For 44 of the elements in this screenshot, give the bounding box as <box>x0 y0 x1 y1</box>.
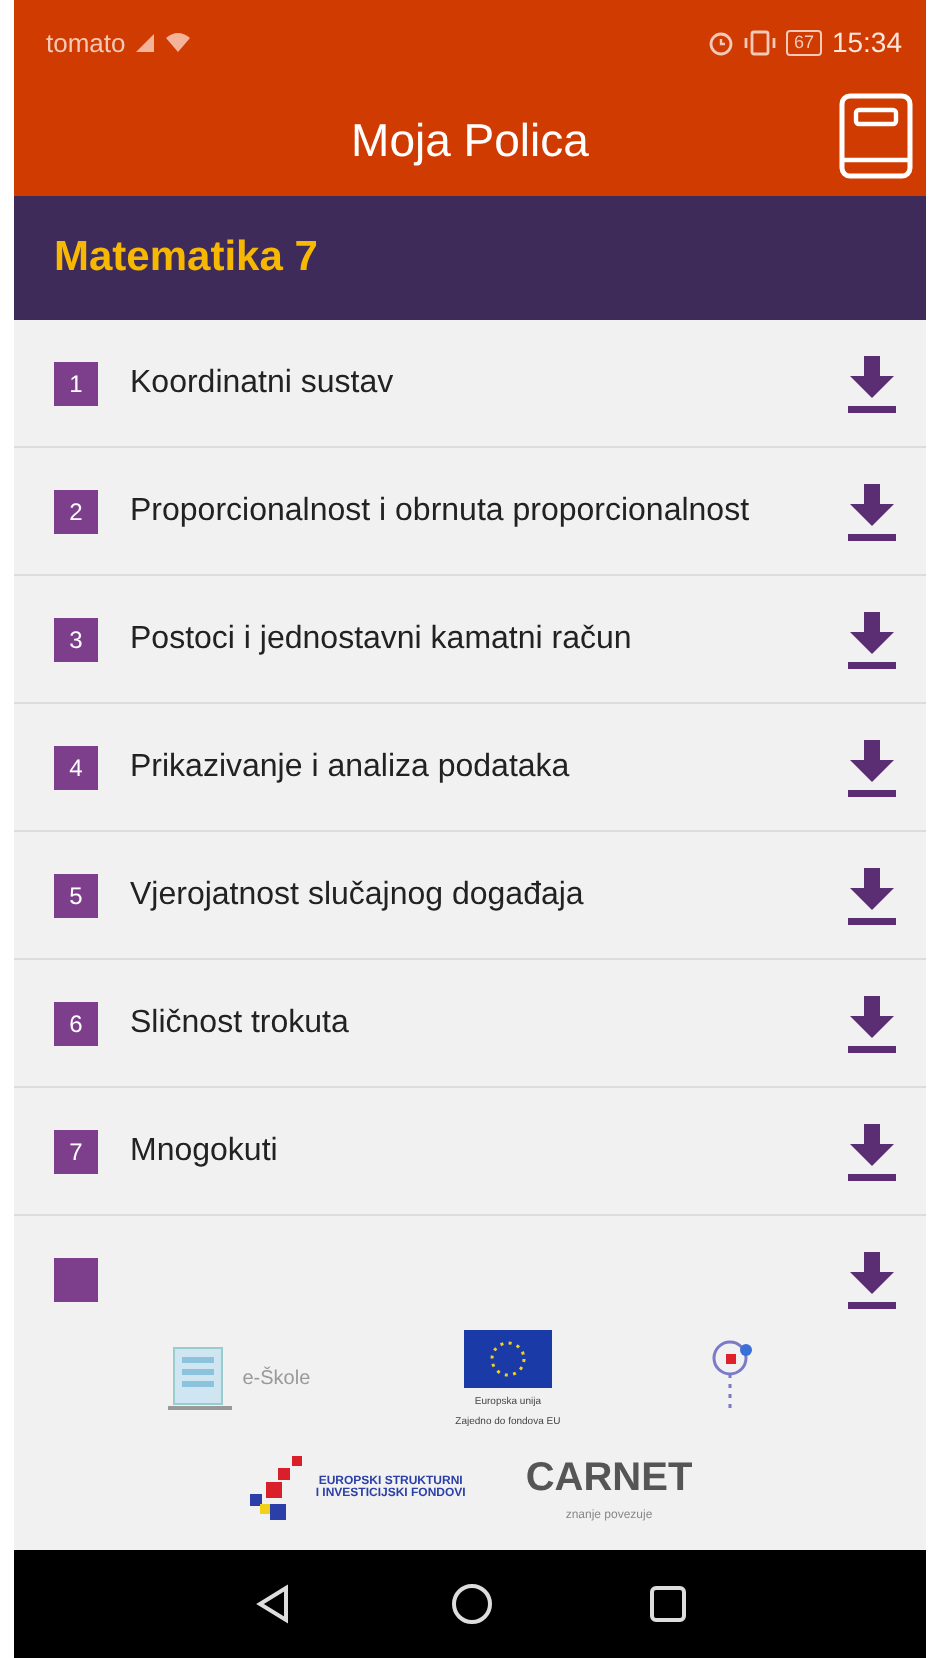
chapter-title: Vjerojatnost slučajnog događaja <box>130 875 586 915</box>
chapter-item[interactable]: 4 Prikazivanje i analiza podataka <box>14 704 926 832</box>
chapter-item[interactable]: 2 Proporcionalnost i obrnuta proporcionalnost <box>14 448 926 576</box>
chapter-number: 2 <box>54 489 98 533</box>
chapter-number: 3 <box>54 617 98 661</box>
chapter-title: Prikazivanje i analiza podataka <box>130 747 572 787</box>
carrier-name: tomato <box>46 27 126 57</box>
chapter-number-badge <box>54 1257 98 1301</box>
book-icon[interactable] <box>838 92 914 180</box>
e-skole-logo: e-Škole <box>166 1344 311 1413</box>
chapter-item[interactable]: 7 Mnogokuti <box>14 1088 926 1216</box>
chapter-title: Koordinatni sustav <box>130 363 396 403</box>
chapter-title: Sličnost trokuta <box>130 1003 351 1043</box>
battery-indicator: 67 <box>785 29 822 55</box>
app-title: Moja Polica <box>351 113 589 167</box>
download-icon[interactable] <box>846 481 898 541</box>
clock-time: 15:34 <box>831 26 902 58</box>
chapter-title: Mnogokuti <box>130 1131 280 1171</box>
recent-apps-icon[interactable] <box>650 1586 686 1622</box>
download-icon[interactable] <box>846 1121 898 1181</box>
download-icon[interactable] <box>846 737 898 797</box>
chapter-item[interactable]: 6 Sličnost trokuta <box>14 960 926 1088</box>
download-icon[interactable] <box>846 865 898 925</box>
wifi-icon <box>163 30 192 54</box>
back-icon[interactable] <box>254 1584 294 1624</box>
home-icon[interactable] <box>450 1582 494 1626</box>
download-icon[interactable] <box>846 609 898 669</box>
chapter-number: 5 <box>54 873 98 917</box>
chapter-item[interactable]: 1 Koordinatni sustav <box>14 320 926 448</box>
download-icon[interactable] <box>846 353 898 413</box>
chapter-title: Postoci i jednostavni kamatni račun <box>130 619 634 659</box>
chapter-title: Proporcionalnost i obrnuta proporcionalnost <box>130 491 752 531</box>
vibrate-icon <box>743 29 776 55</box>
signal-icon <box>135 33 154 51</box>
chapter-item[interactable]: 3 Postoci i jednostavni kamatni račun <box>14 576 926 704</box>
chapter-item[interactable]: 5 Vjerojatnost slučajnog događaja <box>14 832 926 960</box>
chapter-number: 6 <box>54 1001 98 1045</box>
subject-title: Matematika 7 <box>54 234 318 282</box>
download-icon[interactable] <box>846 993 898 1053</box>
chapter-number: 4 <box>54 745 98 789</box>
chapter-number: 7 <box>54 1129 98 1173</box>
alarm-icon <box>707 29 734 55</box>
download-icon[interactable] <box>846 1249 898 1309</box>
chapter-number: 1 <box>54 361 98 405</box>
